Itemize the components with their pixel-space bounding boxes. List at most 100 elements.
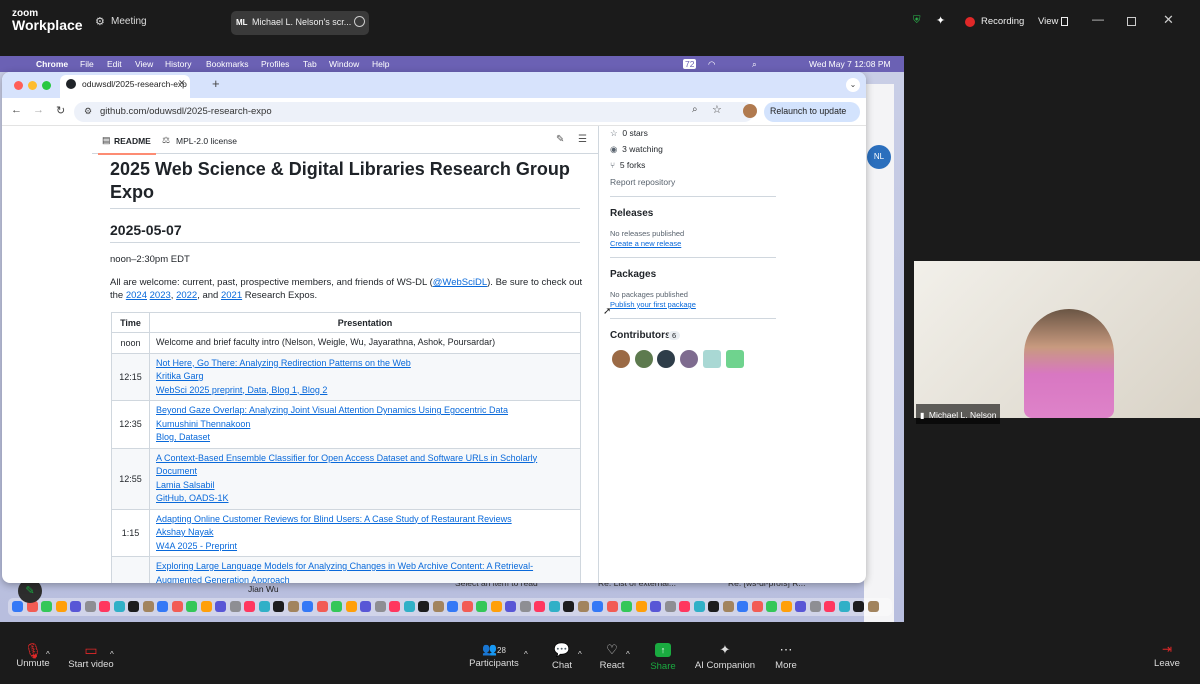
dock-app-icon[interactable]: [403, 601, 415, 612]
dock-app-icon[interactable]: [751, 601, 763, 612]
unmute-options-icon[interactable]: ^: [46, 650, 50, 659]
tab-readme[interactable]: README: [114, 136, 151, 146]
speaker[interactable]: Kumushini Thennakoon: [156, 418, 574, 432]
menu-edit[interactable]: Edit: [107, 59, 122, 69]
publish-package-link[interactable]: Publish your first package: [610, 300, 696, 309]
menu-window[interactable]: Window: [329, 59, 359, 69]
forward-icon[interactable]: →: [33, 104, 44, 116]
dock-app-icon[interactable]: [244, 601, 255, 612]
dock-app-icon[interactable]: [809, 601, 821, 612]
ai-companion-button[interactable]: ✦ AI Companion: [692, 642, 758, 671]
dock-app-icon[interactable]: [650, 601, 661, 612]
speaker[interactable]: Kritika Garg: [156, 370, 574, 384]
dock-app-icon[interactable]: [737, 601, 748, 612]
contributors-heading[interactable]: Contributors: [610, 330, 671, 341]
restore-icon[interactable]: [1127, 17, 1136, 26]
share-options-icon[interactable]: [354, 16, 365, 27]
dock-app-icon[interactable]: [867, 601, 879, 612]
more-button[interactable]: ⋯ More: [768, 642, 804, 671]
chat-button[interactable]: 💬 Chat: [544, 642, 580, 671]
dock-app-icon[interactable]: [708, 601, 719, 612]
forks-row[interactable]: ⑂ 5 forks: [610, 160, 645, 170]
dock-app-icon[interactable]: [229, 601, 241, 612]
talk-links[interactable]: W4A 2025 - Preprint: [156, 540, 574, 554]
dock-app-icon[interactable]: [693, 601, 705, 612]
dock-app-icon[interactable]: [84, 601, 96, 612]
dock-app-icon[interactable]: [360, 601, 371, 612]
dock-app-icon[interactable]: [171, 601, 183, 612]
talk-title[interactable]: Exploring Large Language Models for Anal…: [156, 560, 574, 574]
talk-title[interactable]: Not Here, Go There: Analyzing Redirectio…: [156, 357, 574, 371]
dock-app-icon[interactable]: [55, 601, 67, 612]
year-2024-link[interactable]: 2024: [126, 290, 147, 301]
dock-app-icon[interactable]: [519, 601, 531, 612]
talk-links[interactable]: Blog, Dataset: [156, 431, 574, 445]
dock-app-icon[interactable]: [258, 601, 270, 612]
participants-options-icon[interactable]: ^: [524, 650, 528, 659]
stars-row[interactable]: ☆ 0 stars: [610, 128, 648, 139]
close-dot[interactable]: [14, 81, 23, 90]
dock-app-icon[interactable]: [186, 601, 197, 612]
dock-app-icon[interactable]: [606, 601, 618, 612]
create-release-link[interactable]: Create a new release: [610, 239, 681, 248]
dock-app-icon[interactable]: [374, 601, 386, 612]
menu-history[interactable]: History: [165, 59, 191, 69]
dock-app-icon[interactable]: [128, 601, 139, 612]
avatar[interactable]: [612, 350, 630, 368]
bookmark-star-icon[interactable]: ☆: [712, 103, 722, 116]
zoom-page-icon[interactable]: ⌕: [692, 104, 698, 115]
watching-row[interactable]: ◉ 3 watching: [610, 144, 663, 155]
dock-app-icon[interactable]: [722, 601, 734, 612]
tab-search-icon[interactable]: ⌄: [846, 78, 860, 92]
search-icon[interactable]: ⌕: [752, 59, 757, 70]
zoom-dot[interactable]: [42, 81, 51, 90]
dock-app-icon[interactable]: [41, 601, 52, 612]
close-icon[interactable]: ✕: [1163, 12, 1174, 28]
year-2021-link[interactable]: 2021: [221, 290, 242, 301]
dock-app-icon[interactable]: [302, 601, 313, 612]
avatar[interactable]: [703, 350, 721, 368]
dock-app-icon[interactable]: [461, 601, 473, 612]
tab-close-icon[interactable]: ✕: [178, 78, 186, 89]
dock-app-icon[interactable]: [490, 601, 502, 612]
dock-app-icon[interactable]: [70, 601, 81, 612]
share-button[interactable]: ↑ Share: [644, 643, 682, 672]
dock-app-icon[interactable]: [505, 601, 516, 612]
talk-title-cont[interactable]: Document: [156, 465, 574, 479]
packages-heading[interactable]: Packages: [610, 269, 656, 280]
talk-title[interactable]: Adapting Online Customer Reviews for Bli…: [156, 513, 574, 527]
dock-app-icon[interactable]: [780, 601, 792, 612]
recording-label[interactable]: Recording: [981, 16, 1024, 27]
reload-icon[interactable]: ↻: [56, 104, 65, 117]
dock-app-icon[interactable]: [548, 601, 560, 612]
menu-file[interactable]: File: [80, 59, 94, 69]
dock-app-icon[interactable]: [766, 601, 777, 612]
dock-app-icon[interactable]: [12, 601, 23, 612]
dock-app-icon[interactable]: [331, 601, 342, 612]
dock-app-icon[interactable]: [316, 601, 328, 612]
dock-app-icon[interactable]: [113, 601, 125, 612]
dock-app-icon[interactable]: [418, 601, 429, 612]
dock-app-icon[interactable]: [795, 601, 806, 612]
dock-app-icon[interactable]: [142, 601, 154, 612]
dock-app-icon[interactable]: [679, 601, 690, 612]
dock-app-icon[interactable]: [273, 601, 284, 612]
minimize-dot[interactable]: [28, 81, 37, 90]
dock-app-icon[interactable]: [664, 601, 676, 612]
back-icon[interactable]: ←: [11, 104, 22, 116]
menu-bookmarks[interactable]: Bookmarks: [206, 59, 249, 69]
new-tab-icon[interactable]: +: [212, 76, 220, 91]
avatar[interactable]: [726, 350, 744, 368]
speaker[interactable]: Akshay Nayak: [156, 526, 574, 540]
dock-app-icon[interactable]: [534, 601, 545, 612]
avatar[interactable]: [657, 350, 675, 368]
talk-title-cont[interactable]: Augmented Generation Approach: [156, 574, 574, 584]
dock-app-icon[interactable]: [853, 601, 864, 612]
menu-profiles[interactable]: Profiles: [261, 59, 289, 69]
menu-tab[interactable]: Tab: [303, 59, 317, 69]
dock-app-icon[interactable]: [215, 601, 226, 612]
year-2022-link[interactable]: 2022: [176, 290, 197, 301]
meeting-label[interactable]: Meeting: [111, 16, 147, 27]
talk-links[interactable]: GitHub, OADS-1K: [156, 492, 574, 506]
dock-app-icon[interactable]: [635, 601, 647, 612]
